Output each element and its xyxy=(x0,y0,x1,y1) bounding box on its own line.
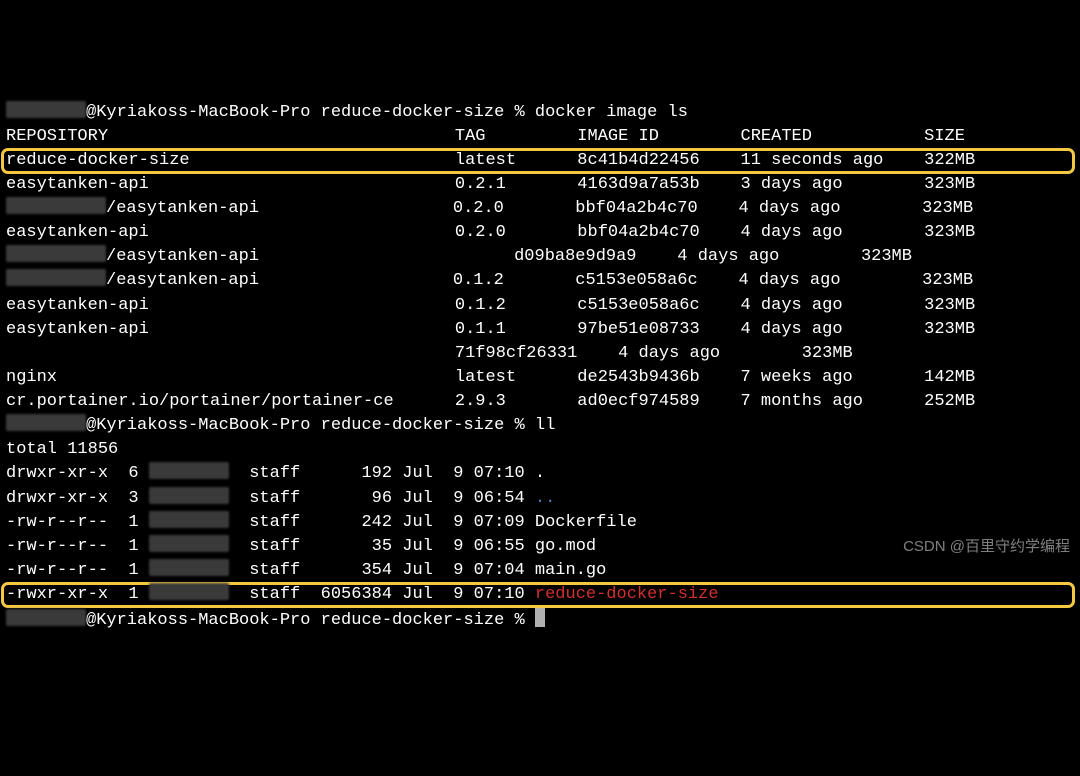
prompt-cwd: reduce-docker-size xyxy=(321,103,515,122)
file-name: Dockerfile xyxy=(535,513,637,532)
redacted-text xyxy=(6,197,106,214)
docker-image-row: reduce-docker-size latest 8c41b4d22456 1… xyxy=(2,149,1074,173)
prompt-symbol: % xyxy=(514,416,534,435)
docker-image-row: easytanken-api 0.2.1 4163d9a7a53b 3 days… xyxy=(6,173,1074,197)
ll-row: drwxr-xr-x 3 staff 96 Jul 9 06:54 .. xyxy=(6,487,1074,511)
file-name: main.go xyxy=(535,561,606,580)
docker-image-row: 71f98cf26331 4 days ago 323MB xyxy=(6,342,1074,366)
redacted-text xyxy=(149,462,229,479)
redacted-text xyxy=(149,511,229,528)
file-name: reduce-docker-size xyxy=(535,585,719,604)
file-name: .. xyxy=(535,489,555,508)
redacted-text xyxy=(6,269,106,286)
prompt-host: @Kyriakoss-MacBook-Pro xyxy=(86,611,321,630)
docker-image-row: /easytanken-api 0.1.2 c5153e058a6c 4 day… xyxy=(6,269,1074,293)
redacted-text xyxy=(149,559,229,576)
docker-image-row: easytanken-api 0.2.0 bbf04a2b4c70 4 days… xyxy=(6,221,1074,245)
ll-row: drwxr-xr-x 6 staff 192 Jul 9 07:10 . xyxy=(6,462,1074,486)
ll-row: -rw-r--r-- 1 staff 242 Jul 9 07:09 Docke… xyxy=(6,511,1074,535)
redacted-text xyxy=(6,609,86,626)
command-text: docker image ls xyxy=(535,103,688,122)
docker-image-row: easytanken-api 0.1.2 c5153e058a6c 4 days… xyxy=(6,294,1074,318)
redacted-text xyxy=(149,583,229,600)
prompt-host: @Kyriakoss-MacBook-Pro xyxy=(86,103,321,122)
docker-image-row: easytanken-api 0.1.1 97be51e08733 4 days… xyxy=(6,318,1074,342)
prompt-symbol: % xyxy=(514,611,534,630)
command-text: ll xyxy=(535,416,555,435)
redacted-text xyxy=(6,101,86,118)
ll-total: total 11856 xyxy=(6,438,1074,462)
redacted-text xyxy=(149,535,229,552)
docker-image-row: cr.portainer.io/portainer/portainer-ce 2… xyxy=(6,390,1074,414)
docker-image-row: /easytanken-api d09ba8e9d9a9 4 days ago … xyxy=(6,245,1074,269)
prompt-symbol: % xyxy=(514,103,534,122)
ll-row: -rw-r--r-- 1 staff 354 Jul 9 07:04 main.… xyxy=(6,559,1074,583)
redacted-text xyxy=(6,245,106,262)
watermark: CSDN @百里守约学编程 xyxy=(903,536,1070,557)
docker-image-row: nginx latest de2543b9436b 7 weeks ago 14… xyxy=(6,366,1074,390)
cursor[interactable] xyxy=(535,607,545,627)
prompt-host: @Kyriakoss-MacBook-Pro xyxy=(86,416,321,435)
redacted-text xyxy=(149,487,229,504)
file-name: . xyxy=(535,464,545,483)
docker-header: REPOSITORY TAG IMAGE ID CREATED SIZE xyxy=(6,125,1074,149)
prompt-cwd: reduce-docker-size xyxy=(321,416,515,435)
prompt-line: @Kyriakoss-MacBook-Pro reduce-docker-siz… xyxy=(6,101,1074,125)
prompt-cwd: reduce-docker-size xyxy=(321,611,515,630)
docker-image-row: /easytanken-api 0.2.0 bbf04a2b4c70 4 day… xyxy=(6,197,1074,221)
redacted-text xyxy=(6,414,86,431)
prompt-line: @Kyriakoss-MacBook-Pro reduce-docker-siz… xyxy=(6,607,1074,633)
ll-row: -rwxr-xr-x 1 staff 6056384 Jul 9 07:10 r… xyxy=(2,583,1074,607)
file-name: go.mod xyxy=(535,537,596,556)
prompt-line: @Kyriakoss-MacBook-Pro reduce-docker-siz… xyxy=(6,414,1074,438)
